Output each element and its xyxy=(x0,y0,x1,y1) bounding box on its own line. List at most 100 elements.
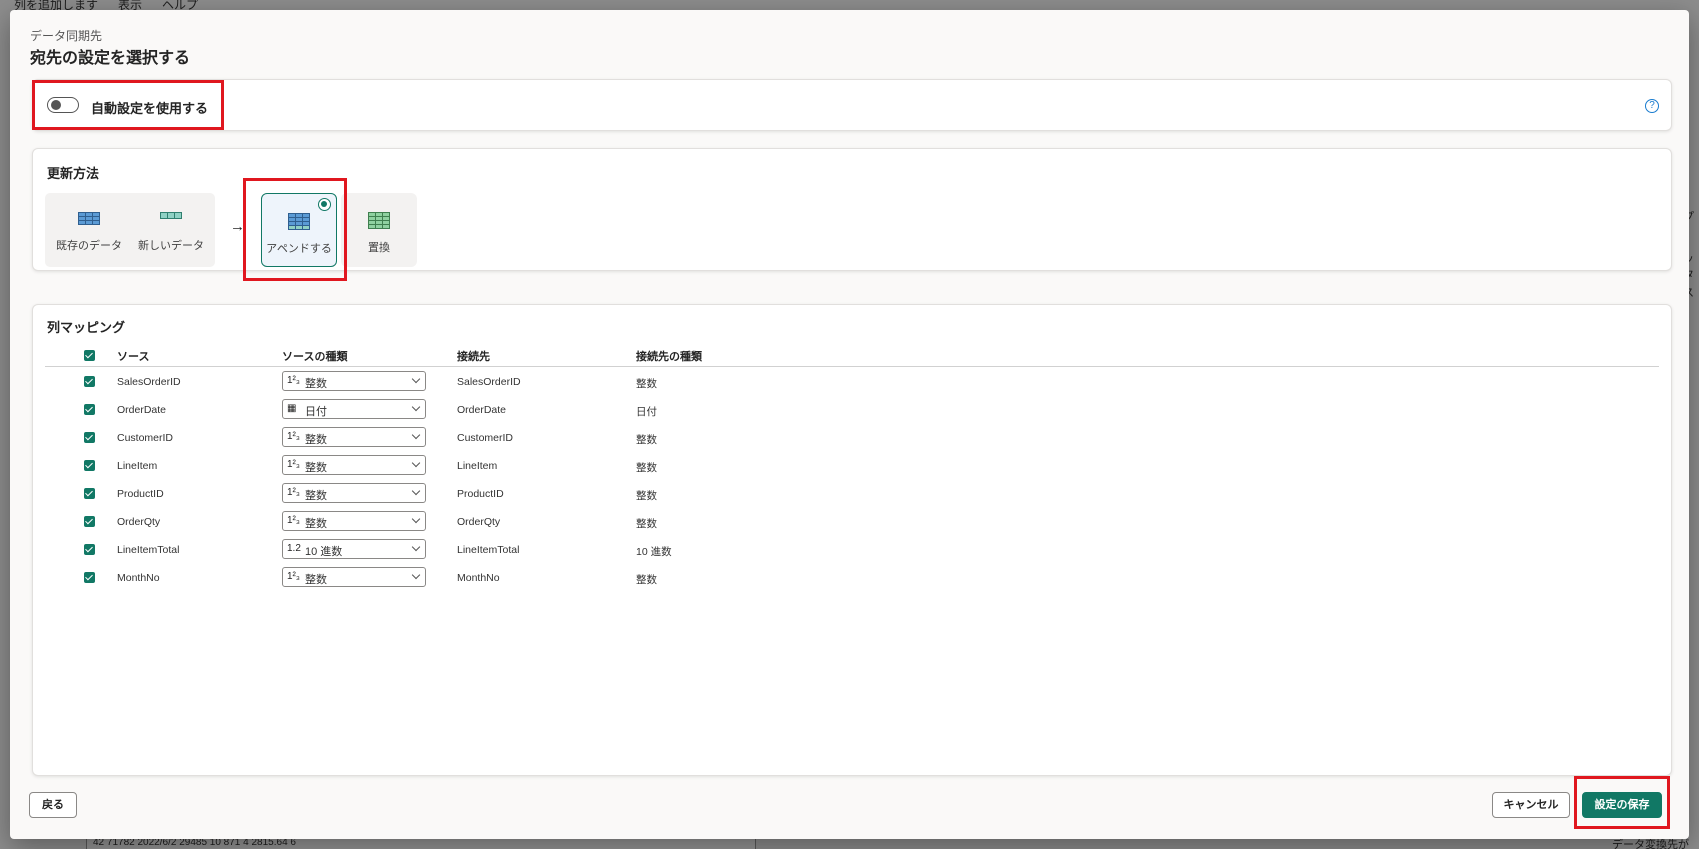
source-type-value: 整数 xyxy=(305,378,327,390)
mapping-row: CustomerID 1²₃ 整数 CustomerID 整数 xyxy=(45,425,1659,451)
method-illustration: 既存のデータ 新しいデータ xyxy=(45,193,215,267)
source-type-dropdown[interactable]: 1²₃ 整数 xyxy=(282,483,426,503)
source-column-name: CustomerID xyxy=(117,432,174,444)
new-data-label: 新しいデータ xyxy=(138,240,204,252)
back-button[interactable]: 戻る xyxy=(29,792,77,818)
source-type-dropdown[interactable]: 1²₃ 整数 xyxy=(282,567,426,587)
destination-type: 10 進数 xyxy=(636,546,672,558)
destination-type: 日付 xyxy=(636,406,657,418)
row-checkbox[interactable] xyxy=(84,544,95,555)
chevron-down-icon xyxy=(411,514,421,524)
destination-column-name: OrderQty xyxy=(457,516,501,528)
new-data-item: 新しいデータ xyxy=(131,193,211,267)
column-mapping-title: 列マッピング xyxy=(47,320,126,335)
destination-type: 整数 xyxy=(636,490,657,502)
source-column-name: SalesOrderID xyxy=(117,376,181,388)
row-checkbox[interactable] xyxy=(84,460,95,471)
source-type-value: 10 進数 xyxy=(305,546,343,558)
replace-label: 置換 xyxy=(368,242,390,254)
row-checkbox[interactable] xyxy=(84,516,95,527)
source-type-dropdown[interactable]: 1²₃ 整数 xyxy=(282,371,426,391)
replace-table-icon xyxy=(368,212,390,229)
data-type-icon: 1²₃ xyxy=(287,571,300,582)
source-type-value: 整数 xyxy=(305,434,327,446)
mapping-row: LineItem 1²₃ 整数 LineItem 整数 xyxy=(45,453,1659,479)
mapping-row: OrderDate ▦ 日付 OrderDate 日付 xyxy=(45,397,1659,423)
chevron-down-icon xyxy=(411,542,421,552)
chevron-down-icon xyxy=(411,402,421,412)
mapping-header-row: ソース ソースの種類 接続先 接続先の種類 xyxy=(45,345,1659,367)
destination-column-name: SalesOrderID xyxy=(457,376,521,388)
update-method-title: 更新方法 xyxy=(47,166,100,181)
mapping-row: LineItemTotal 1.2 10 進数 LineItemTotal 10 進数 xyxy=(45,537,1659,563)
destination-column-name: LineItem xyxy=(457,460,498,472)
header-source: ソース xyxy=(117,351,150,363)
chevron-down-icon xyxy=(411,486,421,496)
source-type-dropdown[interactable]: 1²₃ 整数 xyxy=(282,455,426,475)
destination-type: 整数 xyxy=(636,574,657,586)
source-type-value: 整数 xyxy=(305,462,327,474)
mapping-row: MonthNo 1²₃ 整数 MonthNo 整数 xyxy=(45,565,1659,591)
highlight-box-save xyxy=(1574,776,1670,829)
row-checkbox[interactable] xyxy=(84,488,95,499)
source-column-name: LineItem xyxy=(117,460,158,472)
destination-type: 整数 xyxy=(636,434,657,446)
source-column-name: OrderQty xyxy=(117,516,161,528)
row-checkbox[interactable] xyxy=(84,572,95,583)
destination-settings-dialog: データ同期先 宛先の設定を選択する 自動設定を使用する ? 更新方法 既存のデー… xyxy=(10,10,1689,839)
data-type-icon: 1.2 xyxy=(287,543,301,554)
chevron-down-icon xyxy=(411,374,421,384)
destination-type: 整数 xyxy=(636,378,657,390)
header-source-type: ソースの種類 xyxy=(282,351,348,363)
source-type-dropdown[interactable]: ▦ 日付 xyxy=(282,399,426,419)
help-icon[interactable]: ? xyxy=(1645,99,1659,113)
source-column-name: OrderDate xyxy=(117,404,167,416)
data-type-icon: ▦ xyxy=(287,403,297,414)
source-type-value: 日付 xyxy=(305,406,327,418)
header-destination-type: 接続先の種類 xyxy=(636,351,702,363)
header-destination: 接続先 xyxy=(457,351,490,363)
auto-settings-card: 自動設定を使用する ? xyxy=(32,79,1672,131)
destination-column-name: ProductID xyxy=(457,488,504,500)
destination-type: 整数 xyxy=(636,462,657,474)
existing-data-table-icon xyxy=(78,212,100,225)
destination-column-name: MonthNo xyxy=(457,572,500,584)
chevron-down-icon xyxy=(411,570,421,580)
chevron-down-icon xyxy=(411,430,421,440)
mapping-row: SalesOrderID 1²₃ 整数 SalesOrderID 整数 xyxy=(45,369,1659,395)
destination-type: 整数 xyxy=(636,518,657,530)
source-type-dropdown[interactable]: 1²₃ 整数 xyxy=(282,427,426,447)
chevron-down-icon xyxy=(411,458,421,468)
select-all-checkbox[interactable] xyxy=(84,350,95,361)
row-checkbox[interactable] xyxy=(84,432,95,443)
source-type-dropdown[interactable]: 1²₃ 整数 xyxy=(282,511,426,531)
source-type-value: 整数 xyxy=(305,518,327,530)
source-type-value: 整数 xyxy=(305,574,327,586)
data-type-icon: 1²₃ xyxy=(287,515,300,526)
source-column-name: MonthNo xyxy=(117,572,160,584)
highlight-box-auto xyxy=(32,80,224,130)
source-type-value: 整数 xyxy=(305,490,327,502)
data-type-icon: 1²₃ xyxy=(287,431,300,442)
mapping-row: OrderQty 1²₃ 整数 OrderQty 整数 xyxy=(45,509,1659,535)
destination-column-name: OrderDate xyxy=(457,404,507,416)
highlight-box-append xyxy=(243,178,347,281)
source-column-name: LineItemTotal xyxy=(117,544,180,556)
replace-option[interactable]: 置換 xyxy=(341,193,417,267)
data-type-icon: 1²₃ xyxy=(287,459,300,470)
destination-column-name: CustomerID xyxy=(457,432,514,444)
dialog-title: 宛先の設定を選択する xyxy=(30,50,191,67)
row-checkbox[interactable] xyxy=(84,376,95,387)
source-column-name: ProductID xyxy=(117,488,164,500)
existing-data-item: 既存のデータ xyxy=(49,193,129,267)
existing-data-label: 既存のデータ xyxy=(56,240,122,252)
source-type-dropdown[interactable]: 1.2 10 進数 xyxy=(282,539,426,559)
dialog-subtitle: データ同期先 xyxy=(30,29,103,43)
row-checkbox[interactable] xyxy=(84,404,95,415)
new-data-row-icon xyxy=(160,212,182,219)
data-type-icon: 1²₃ xyxy=(287,375,300,386)
mapping-row: ProductID 1²₃ 整数 ProductID 整数 xyxy=(45,481,1659,507)
cancel-button[interactable]: キャンセル xyxy=(1492,792,1570,818)
destination-column-name: LineItemTotal xyxy=(457,544,520,556)
data-type-icon: 1²₃ xyxy=(287,487,300,498)
